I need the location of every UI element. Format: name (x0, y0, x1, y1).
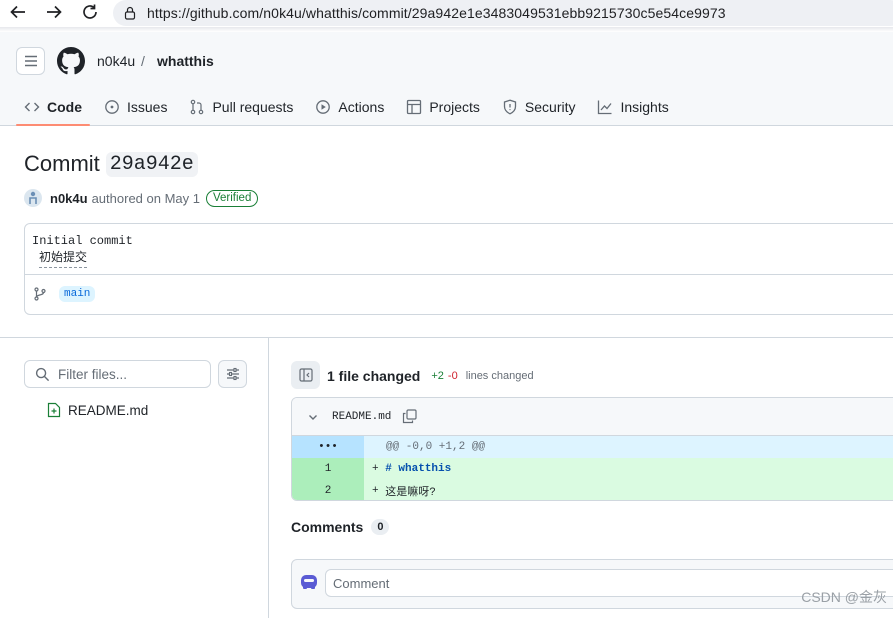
tab-label: Insights (620, 99, 669, 115)
author-name[interactable]: n0k4u (50, 191, 88, 206)
watermark-text: CSDN @金灰 (801, 589, 887, 605)
diff-hunk-row: ••• @@ -0,0 +1,2 @@ (292, 436, 893, 458)
branch-badge[interactable]: main (59, 286, 96, 302)
copy-icon[interactable] (402, 409, 418, 424)
comments-heading: Comments 0 (291, 519, 390, 535)
code-icon (24, 102, 40, 112)
comments-count-badge: 0 (371, 519, 390, 535)
lines-changed-label: lines changed (465, 370, 534, 382)
line-number[interactable]: 1 (292, 458, 364, 480)
commit-message-title: Initial commit (32, 234, 133, 248)
graph-icon (598, 100, 612, 115)
file-diff-header: README.md (292, 398, 893, 436)
sidebar-divider (268, 338, 269, 618)
address-bar[interactable]: https://github.com/n0k4u/whatthis/commit… (113, 0, 893, 26)
site-info-icon[interactable] (123, 6, 137, 20)
tab-label: Code (47, 99, 82, 115)
tab-pull-requests[interactable]: Pull requests (181, 89, 301, 125)
comments-title: Comments (291, 519, 364, 535)
tab-issues[interactable]: Issues (96, 89, 175, 125)
diff-line-content: + 这是嘛呀? (364, 480, 893, 500)
hunk-header: @@ -0,0 +1,2 @@ (364, 436, 893, 458)
tab-label: Projects (429, 99, 480, 115)
diff-line: 2 + 这是嘛呀? (292, 480, 893, 500)
repo-header: n0k4u / whatthis Code Issues Pull reques… (0, 32, 893, 126)
breadcrumb-owner[interactable]: n0k4u (97, 53, 135, 69)
tab-security[interactable]: Security (494, 89, 584, 125)
sidebar-collapse-icon (298, 368, 313, 382)
issue-icon (105, 100, 119, 114)
toggle-file-tree-button[interactable] (291, 361, 320, 389)
reload-icon[interactable] (80, 2, 100, 22)
forward-arrow-icon[interactable] (44, 2, 64, 22)
diff-line-prefix: + (372, 463, 379, 475)
play-icon (316, 100, 331, 114)
deletions-count: -0 (447, 370, 458, 382)
git-branch-icon (34, 287, 46, 301)
diff-line-content: + # whatthis (364, 458, 893, 480)
sliders-icon (226, 367, 239, 381)
file-diff: README.md ••• @@ -0,0 +1,2 @@ 1 + # what… (291, 397, 893, 501)
authored-date: authored on May 1 (91, 190, 200, 206)
github-logo-icon[interactable] (57, 47, 85, 75)
line-number[interactable]: 2 (292, 480, 364, 500)
repo-tabs: Code Issues Pull requests Actions Projec… (16, 89, 683, 126)
avatar[interactable] (24, 189, 42, 207)
shield-icon (503, 99, 517, 115)
tab-label: Pull requests (212, 99, 294, 115)
search-icon (35, 367, 50, 381)
browser-toolbar: https://github.com/n0k4u/whatthis/commit… (0, 0, 893, 27)
filter-files-placeholder: Filter files... (58, 366, 128, 382)
breadcrumb-separator: / (141, 53, 145, 69)
divider (0, 337, 893, 338)
tab-projects[interactable]: Projects (398, 89, 488, 125)
diff-filename[interactable]: README.md (332, 411, 391, 423)
breadcrumb-repo[interactable]: whatthis (157, 53, 214, 69)
filter-files-input[interactable]: Filter files... (24, 360, 211, 388)
expand-hunk-button[interactable]: ••• (292, 436, 364, 458)
tab-label: Issues (127, 99, 168, 115)
file-tree-item[interactable]: README.md (47, 402, 148, 418)
table-icon (407, 99, 422, 115)
commit-author-line: n0k4u authored on May 1 Verified (24, 189, 259, 207)
commit-message-box: Initial commit 初始提交 main (24, 223, 893, 315)
additions-count: +2 (431, 370, 444, 382)
pull-request-icon (191, 99, 204, 115)
tab-label: Actions (338, 99, 385, 115)
hamburger-icon (24, 55, 37, 67)
divider (25, 274, 893, 275)
back-arrow-icon[interactable] (8, 2, 28, 22)
file-added-icon (47, 402, 61, 418)
diff-line-prefix: + (372, 485, 379, 497)
branch-row: main (33, 286, 96, 302)
tab-label: Security (524, 99, 576, 115)
commit-message: Initial commit 初始提交 (32, 233, 133, 268)
user-avatar-icon[interactable] (299, 572, 319, 592)
tab-insights[interactable]: Insights (589, 89, 676, 125)
commit-title-prefix: Commit (24, 151, 100, 176)
chevron-down-icon[interactable] (307, 411, 319, 423)
diff-summary: 1 file changed +2 -0 lines changed (327, 368, 534, 384)
commit-sha[interactable]: 29a942e (105, 151, 198, 177)
url-text: https://github.com/n0k4u/whatthis/commit… (147, 5, 726, 21)
diff-line-text: 这是嘛呀? (385, 487, 436, 499)
files-changed-count: 1 file changed (327, 368, 421, 384)
commit-message-body: 初始提交 (39, 250, 88, 268)
verified-badge[interactable]: Verified (205, 189, 259, 207)
comment-placeholder: Comment (333, 575, 390, 591)
diff-line: 1 + # whatthis (292, 458, 893, 480)
file-tree-item-label: README.md (68, 402, 149, 418)
tab-actions[interactable]: Actions (307, 89, 392, 125)
avatar-figure-icon (29, 191, 37, 204)
tab-code[interactable]: Code (16, 89, 90, 126)
filter-options-button[interactable] (218, 360, 247, 388)
diff-line-text: # whatthis (385, 463, 452, 475)
hamburger-menu-button[interactable] (16, 47, 45, 75)
commit-title: Commit 29a942e (24, 151, 198, 177)
